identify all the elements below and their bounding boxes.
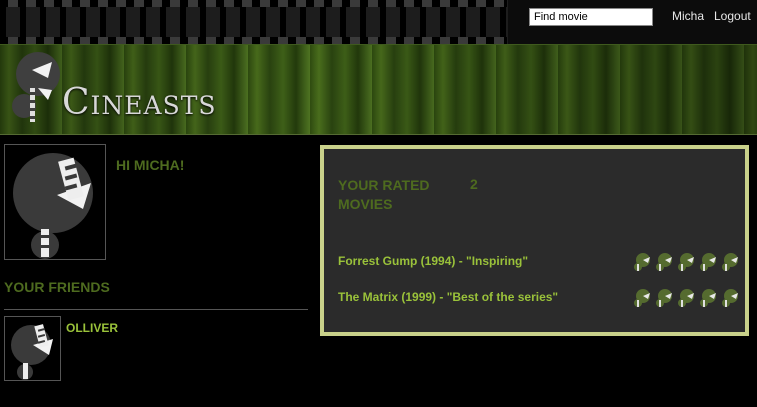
film-reel-head-icon[interactable] [698,252,718,272]
cineasts-mascot-icon[interactable] [8,48,60,128]
rated-movies-panel: YOUR RATED MOVIES 2 Forrest Gump (1994) … [320,145,749,336]
site-logo-text[interactable]: Cineasts [62,82,217,123]
divider [4,309,308,310]
movie-link[interactable]: The Matrix (1999) - "Best of the series" [338,290,558,304]
rated-movies-heading: YOUR RATED MOVIES [338,177,430,212]
rated-movie-row: Forrest Gump (1994) - "Inspiring" [338,252,740,272]
greeting-heading: HI MICHA! [116,157,185,173]
film-reel-head-icon[interactable] [654,288,674,308]
user-avatar-icon [13,153,93,259]
search-input[interactable] [529,8,653,26]
film-reel-head-icon[interactable] [676,252,696,272]
rated-movie-row: The Matrix (1999) - "Best of the series" [338,288,740,308]
friend-avatar[interactable] [4,316,61,381]
film-reel-head-icon[interactable] [720,288,740,308]
friend-link[interactable]: OLLIVER [66,321,118,335]
user-profile-link[interactable]: Micha [672,9,704,23]
movie-link[interactable]: Forrest Gump (1994) - "Inspiring" [338,254,528,268]
friend-avatar-icon [11,324,53,380]
film-reel-head-icon[interactable] [654,252,674,272]
film-reel-head-icon[interactable] [720,252,740,272]
film-reel-head-icon[interactable] [676,288,696,308]
film-reel-head-icon[interactable] [632,252,652,272]
rating-stars [632,288,740,308]
rating-stars [632,252,740,272]
user-avatar [4,144,106,260]
rated-movies-count: 2 [470,176,478,192]
logout-link[interactable]: Logout [714,9,751,23]
friends-heading: YOUR FRIENDS [4,279,110,295]
film-reel-head-icon[interactable] [698,288,718,308]
film-reel-head-icon[interactable] [632,288,652,308]
